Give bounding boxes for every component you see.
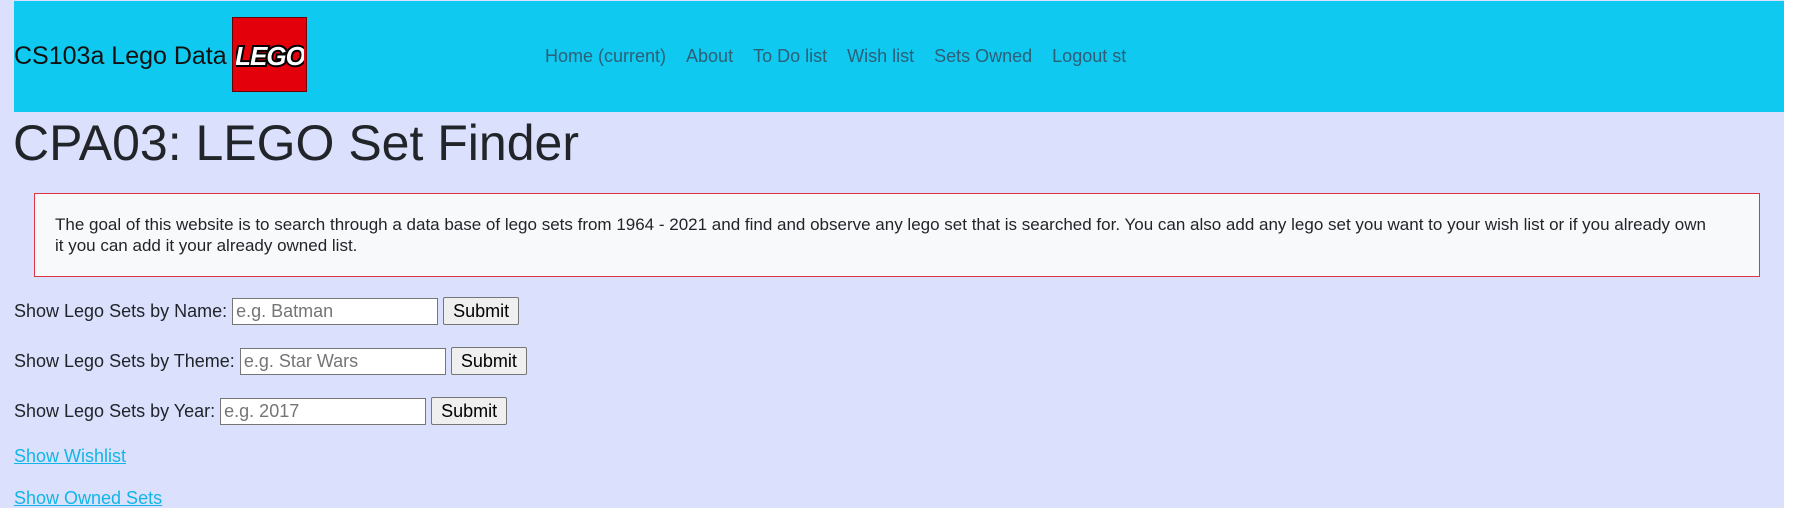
lego-logo: LEGO xyxy=(232,17,307,92)
name-search-input[interactable] xyxy=(232,297,439,325)
theme-search-label: Show Lego Sets by Theme: xyxy=(14,351,235,371)
theme-search-form: Show Lego Sets by Theme: Submit xyxy=(14,347,527,375)
nav-sets-owned[interactable]: Sets Owned xyxy=(934,45,1032,67)
nav-todo[interactable]: To Do list xyxy=(753,45,827,67)
year-search-input[interactable] xyxy=(220,397,427,425)
year-submit-button[interactable]: Submit xyxy=(431,397,508,425)
intro-box: The goal of this website is to search th… xyxy=(34,193,1760,277)
year-search-form: Show Lego Sets by Year: Submit xyxy=(14,397,508,425)
lego-logo-icon: LEGO xyxy=(236,39,304,73)
theme-search-input[interactable] xyxy=(239,347,446,375)
page-title: CPA03: LEGO Set Finder xyxy=(13,115,579,171)
show-owned-sets-link[interactable]: Show Owned Sets xyxy=(14,487,162,509)
show-wishlist-link[interactable]: Show Wishlist xyxy=(14,445,126,467)
intro-text: The goal of this website is to search th… xyxy=(55,215,1706,255)
nav-wishlist[interactable]: Wish list xyxy=(847,45,914,67)
name-search-label: Show Lego Sets by Name: xyxy=(14,301,228,321)
name-search-form: Show Lego Sets by Name: Submit xyxy=(14,297,520,325)
theme-submit-button[interactable]: Submit xyxy=(450,347,527,375)
nav-home[interactable]: Home (current) xyxy=(545,45,666,67)
nav-links: Home (current) About To Do list Wish lis… xyxy=(545,45,1146,67)
navbar: CS103a Lego Data LEGO Home (current) Abo… xyxy=(14,1,1784,112)
name-submit-button[interactable]: Submit xyxy=(443,297,520,325)
nav-about[interactable]: About xyxy=(686,45,733,67)
nav-logout[interactable]: Logout st xyxy=(1052,45,1126,67)
year-search-label: Show Lego Sets by Year: xyxy=(14,401,216,421)
page-background: CS103a Lego Data LEGO Home (current) Abo… xyxy=(0,0,1784,508)
lego-logo-text: LEGO xyxy=(236,41,304,71)
brand-title[interactable]: CS103a Lego Data xyxy=(14,41,227,71)
